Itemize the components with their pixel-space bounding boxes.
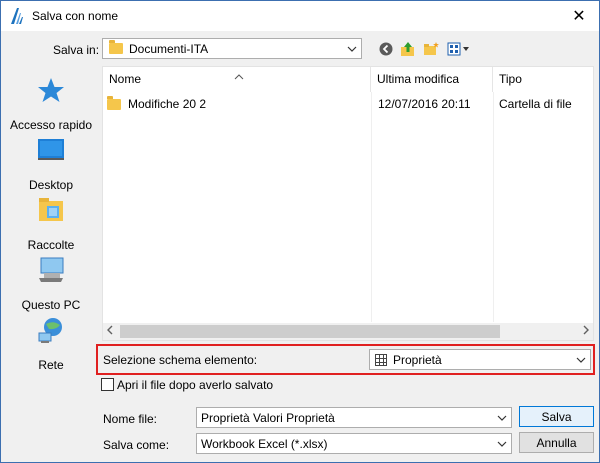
open-after-save-checkbox[interactable] — [101, 378, 114, 391]
folder-icon — [109, 40, 123, 54]
open-after-save-label[interactable]: Apri il file dopo averlo salvato — [117, 378, 273, 392]
save-in-value: Documenti-ITA — [129, 41, 209, 56]
back-button[interactable] — [377, 40, 395, 58]
save-in-label: Salva in: — [53, 43, 100, 57]
scroll-left-icon[interactable] — [107, 325, 113, 337]
place-this-pc[interactable]: Questo PC — [5, 256, 97, 314]
column-header-type[interactable]: Tipo — [493, 67, 593, 92]
column-header-label: Nome — [109, 72, 142, 86]
column-header-modified[interactable]: Ultima modifica — [371, 67, 493, 92]
column-divider — [371, 92, 372, 322]
close-button[interactable]: ✕ — [559, 1, 599, 31]
star-icon — [38, 78, 64, 102]
place-label: Rete — [38, 358, 64, 372]
sort-ascending-icon — [234, 65, 244, 90]
place-libraries[interactable]: Raccolte — [5, 196, 97, 254]
schema-dropdown[interactable]: Proprietà — [369, 349, 591, 370]
new-folder-icon — [424, 42, 439, 55]
title-bar: Salva con nome ✕ — [1, 1, 599, 31]
back-icon — [379, 42, 393, 56]
save-in-dropdown[interactable]: Documenti-ITA — [102, 38, 362, 59]
libraries-icon — [39, 198, 63, 221]
place-label: Desktop — [28, 178, 74, 192]
chevron-down-icon — [343, 39, 361, 58]
file-type-cell: Cartella di file — [499, 97, 572, 111]
new-folder-button[interactable] — [422, 40, 440, 58]
place-label: Accesso rapido — [9, 118, 93, 132]
table-grid-icon — [375, 353, 387, 366]
file-name-value: Proprietà Valori Proprietà — [201, 410, 335, 425]
place-label: Questo PC — [21, 298, 81, 312]
computer-icon — [39, 257, 64, 282]
network-icon — [38, 318, 62, 343]
chevron-down-icon[interactable] — [493, 408, 511, 427]
file-modified-cell: 12/07/2016 20:11 — [378, 97, 471, 111]
file-name-label: Nome file: — [103, 412, 158, 426]
scroll-right-icon[interactable] — [583, 325, 589, 337]
list-item[interactable]: Modifiche 20 2 12/07/2016 20:11 Cartella… — [103, 94, 593, 114]
app-logo-icon — [11, 8, 23, 24]
schema-selection-group: Selezione schema elemento: Proprietà — [96, 344, 595, 375]
desktop-icon — [38, 139, 64, 160]
place-desktop[interactable]: Desktop — [5, 136, 97, 194]
column-divider — [493, 92, 494, 322]
chevron-down-icon — [493, 434, 511, 453]
places-bar: Accesso rapido Desktop Raccolte Questo P… — [5, 66, 97, 386]
window-title: Salva con nome — [32, 9, 119, 23]
cancel-button-label: Annulla — [536, 435, 577, 450]
save-type-label: Salva come: — [103, 438, 170, 452]
column-header-name[interactable]: Nome — [103, 67, 371, 92]
view-menu-button[interactable] — [447, 40, 471, 58]
schema-value: Proprietà — [393, 352, 442, 367]
file-name-cell: Modifiche 20 2 — [128, 97, 207, 111]
place-quick-access[interactable]: Accesso rapido — [5, 76, 97, 134]
chevron-down-icon — [572, 350, 590, 369]
up-folder-button[interactable] — [399, 40, 417, 58]
file-name-field[interactable]: Proprietà Valori Proprietà — [196, 407, 512, 428]
cancel-button[interactable]: Annulla — [519, 432, 594, 453]
close-icon: ✕ — [572, 8, 586, 25]
place-label: Raccolte — [27, 238, 75, 252]
scrollbar-thumb[interactable] — [120, 325, 500, 338]
save-as-dialog: Salva con nome ✕ Salva in: Documenti-ITA — [0, 0, 600, 463]
place-network[interactable]: Rete — [5, 316, 97, 374]
save-type-dropdown[interactable]: Workbook Excel (*.xlsx) — [196, 433, 512, 454]
save-type-value: Workbook Excel (*.xlsx) — [201, 436, 328, 451]
file-list[interactable]: Nome Ultima modifica Tipo Modifiche 20 2… — [102, 66, 594, 341]
save-button-label: Salva — [541, 409, 572, 424]
column-header-label: Tipo — [499, 72, 522, 86]
horizontal-scrollbar[interactable] — [103, 323, 593, 340]
up-folder-icon — [401, 42, 414, 56]
view-menu-icon — [447, 42, 469, 56]
schema-label: Selezione schema elemento: — [103, 353, 258, 367]
save-button[interactable]: Salva — [519, 406, 594, 427]
column-header-label: Ultima modifica — [377, 72, 460, 86]
folder-icon — [107, 96, 121, 110]
